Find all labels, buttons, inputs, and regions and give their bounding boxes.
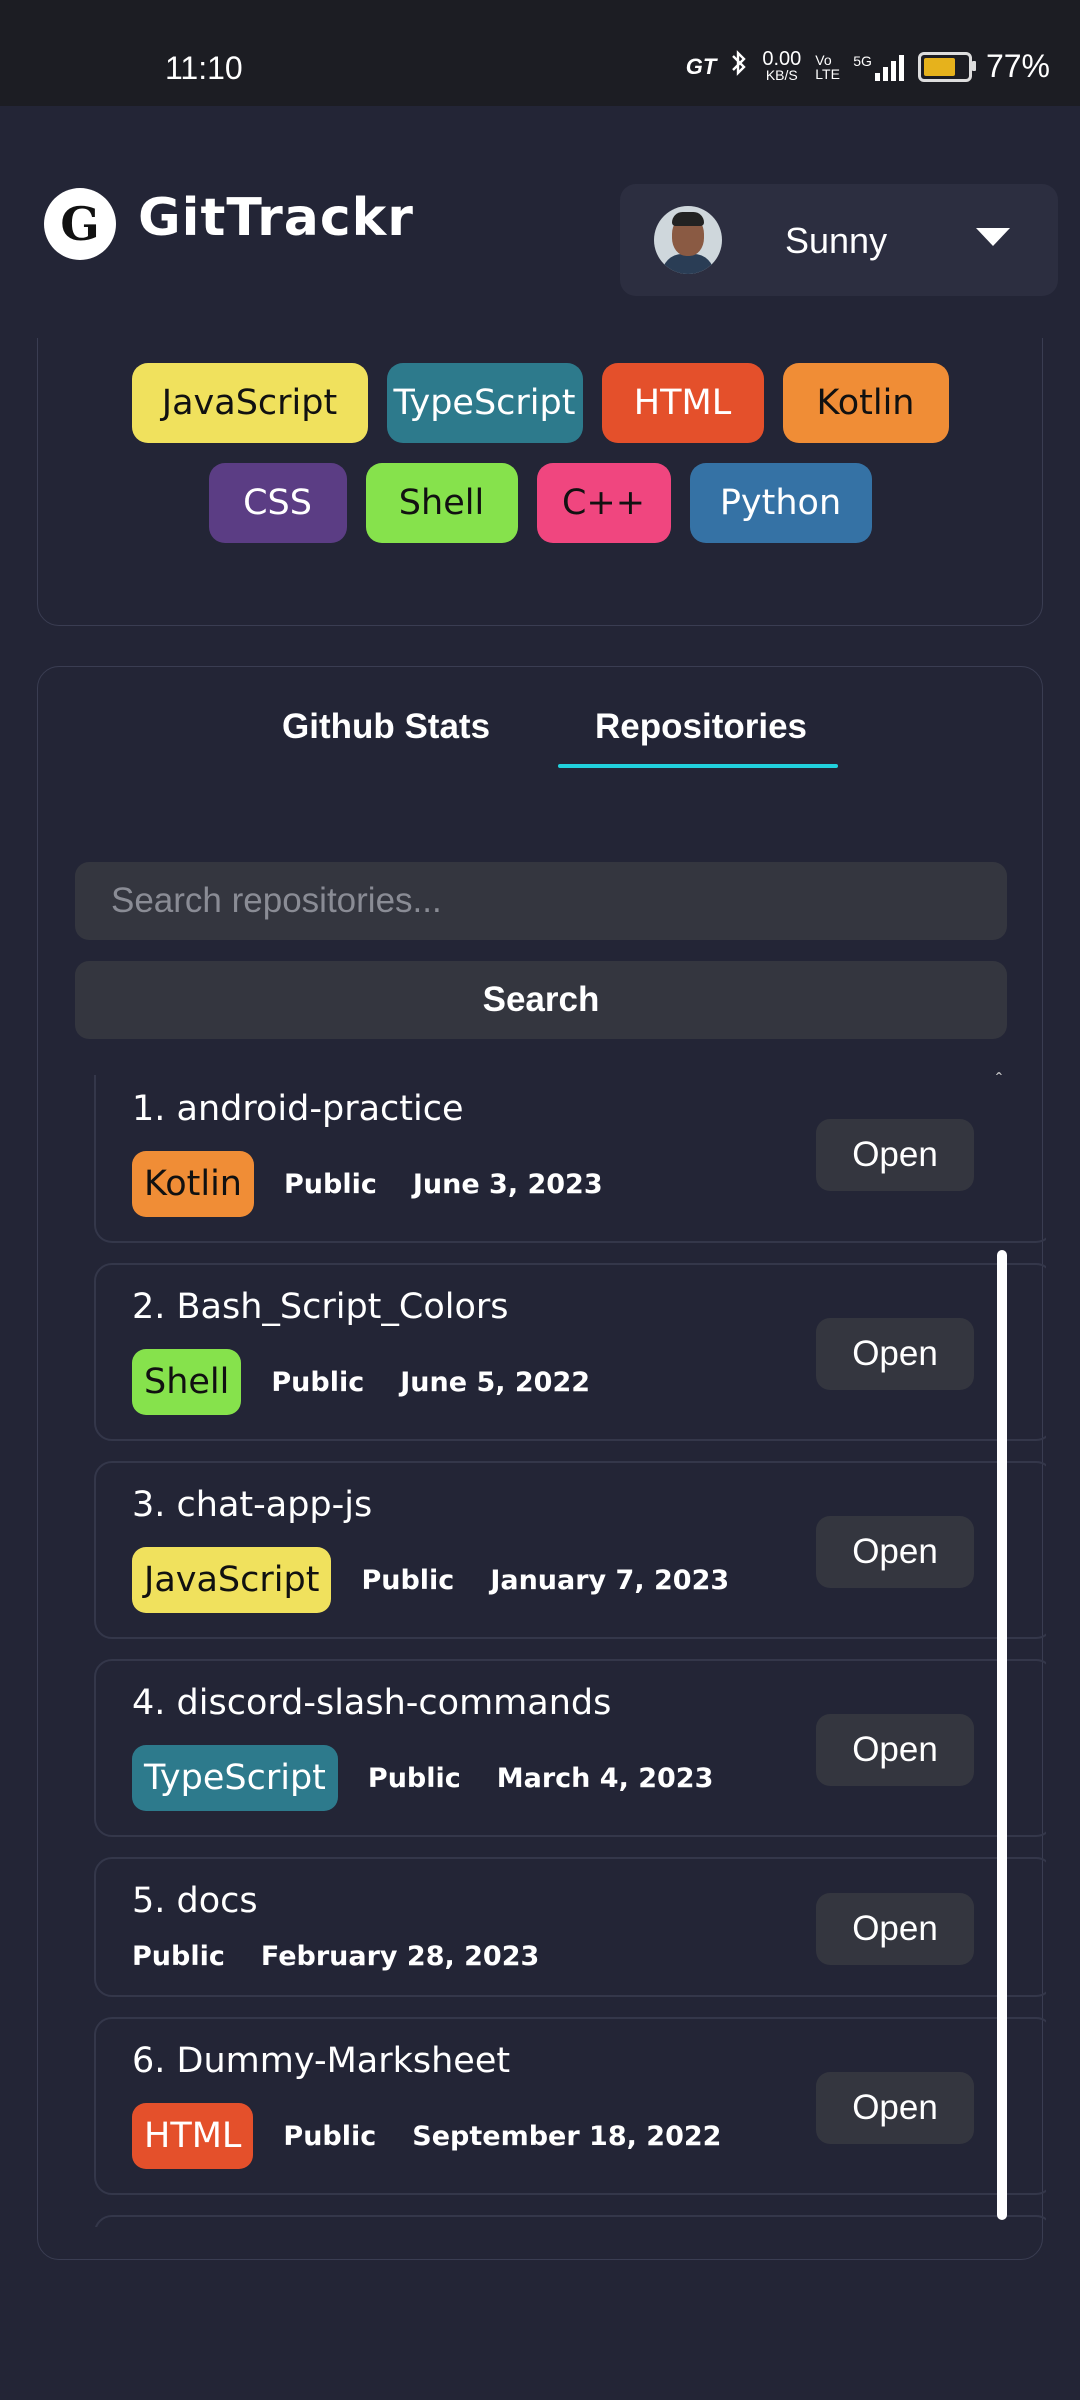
open-repo-button[interactable]: Open xyxy=(816,1119,974,1191)
repo-visibility: Public xyxy=(283,1168,377,1200)
repo-date: September 18, 2022 xyxy=(412,2120,722,2152)
repo-date: March 4, 2023 xyxy=(496,1762,714,1794)
battery-percent: 77% xyxy=(985,48,1050,84)
open-repo-button[interactable]: Open xyxy=(816,1318,974,1390)
search-input[interactable] xyxy=(75,862,1007,940)
language-chip-python[interactable]: Python xyxy=(689,463,872,543)
repo-date: June 5, 2022 xyxy=(400,1366,591,1398)
language-chip-kotlin[interactable]: Kotlin xyxy=(782,363,949,443)
avatar xyxy=(654,206,722,274)
repo-visibility: Public xyxy=(361,1564,455,1596)
repo-list[interactable]: 1. android-practice Kotlin Public June 3, 2… xyxy=(94,1075,1046,2227)
language-row: CSS Shell C++ Python xyxy=(0,463,1080,543)
language-chip-typescript[interactable]: TypeScript xyxy=(386,363,583,443)
logo-icon[interactable]: G xyxy=(44,188,116,260)
repo-meta: Public February 28, 2023 xyxy=(132,1941,539,1972)
repo-visibility: Public xyxy=(367,1762,461,1794)
repo-date: February 28, 2023 xyxy=(260,1941,540,1972)
scrollbar[interactable] xyxy=(997,1250,1007,2220)
language-row: JavaScript TypeScript HTML Kotlin xyxy=(0,363,1080,443)
open-repo-button[interactable]: Open xyxy=(816,1516,974,1588)
scroll-up-icon[interactable]: ˆ xyxy=(996,1070,1002,1091)
volte-icon: Vo LTE xyxy=(815,51,840,82)
repo-list-item: 2. Bash_Script_Colors Shell Public June 5, … xyxy=(94,1263,1046,1441)
repo-date: June 3, 2023 xyxy=(412,1168,603,1200)
battery-icon xyxy=(917,51,976,82)
language-chip-shell[interactable]: Shell xyxy=(365,463,518,543)
gt-icon: GT xyxy=(685,53,717,79)
repo-meta: Shell Public June 5, 2022 xyxy=(132,1349,590,1415)
repo-meta: HTML Public September 18, 2022 xyxy=(132,2103,721,2169)
search-button[interactable]: Search xyxy=(75,961,1007,1039)
repo-meta: TypeScript Public March 4, 2023 xyxy=(132,1745,713,1811)
net-speed: 0.00 KB/S xyxy=(762,47,802,83)
repo-list-item: 1. android-practice Kotlin Public June 3, 2… xyxy=(94,1075,1046,1243)
repo-list-item xyxy=(94,2215,1046,2227)
app-header: G GitTrackr Sunny xyxy=(0,106,1080,338)
open-repo-button[interactable]: Open xyxy=(816,2072,974,2144)
tab-github-stats[interactable]: Github Stats xyxy=(282,707,490,747)
repo-name: 2. Bash_Script_Colors xyxy=(132,1287,509,1327)
active-tab-indicator xyxy=(558,764,838,768)
repo-visibility: Public xyxy=(132,1941,225,1972)
repo-meta: JavaScript Public January 7, 2023 xyxy=(132,1547,729,1613)
status-time: 11:10 xyxy=(165,50,243,86)
open-repo-button[interactable]: Open xyxy=(816,1893,974,1965)
repo-name: 4. discord-slash-commands xyxy=(132,1683,612,1723)
tab-repositories[interactable]: Repositories xyxy=(595,707,807,747)
repo-name: 6. Dummy-Marksheet xyxy=(132,2041,511,2081)
language-chip-html[interactable]: HTML xyxy=(601,363,764,443)
repo-list-item: 5. docs Public February 28, 2023 Open xyxy=(94,1857,1046,1997)
repo-language-badge: HTML xyxy=(132,2103,254,2169)
status-icons: GT 0.00 KB/S Vo LTE 5G 77% xyxy=(686,48,1050,85)
signal-label: 5G xyxy=(853,52,872,69)
repo-language-badge: JavaScript xyxy=(132,1547,332,1613)
language-chip-css[interactable]: CSS xyxy=(208,463,347,543)
signal-icon: 5G xyxy=(853,53,904,81)
repo-date: January 7, 2023 xyxy=(490,1564,730,1596)
repo-list-item: 4. discord-slash-commands TypeScript Publi… xyxy=(94,1659,1046,1837)
status-bar: 11:10 GT 0.00 KB/S Vo LTE 5G 77% xyxy=(0,0,1080,106)
user-menu-button[interactable]: Sunny xyxy=(620,184,1058,296)
language-chip-c-[interactable]: C++ xyxy=(536,463,671,543)
repo-list-item: 3. chat-app-js JavaScript Public January 7,… xyxy=(94,1461,1046,1639)
repo-name: 3. chat-app-js xyxy=(132,1485,373,1525)
language-chip-javascript[interactable]: JavaScript xyxy=(131,363,368,443)
repo-visibility: Public xyxy=(271,1366,365,1398)
repo-meta: Kotlin Public June 3, 2023 xyxy=(132,1151,603,1217)
repositories-card: Github Stats Repositories Search 1. andr… xyxy=(37,666,1046,2260)
repo-list-item: 6. Dummy-Marksheet HTML Public September 18… xyxy=(94,2017,1046,2195)
repo-name: 1. android-practice xyxy=(132,1089,464,1129)
repo-language-badge: TypeScript xyxy=(132,1745,338,1811)
bluetooth-icon xyxy=(730,49,748,84)
open-repo-button[interactable]: Open xyxy=(816,1714,974,1786)
net-speed-value: 0.00 xyxy=(762,47,802,70)
net-speed-unit: KB/S xyxy=(765,66,798,83)
app-title[interactable]: GitTrackr xyxy=(138,188,414,248)
chevron-down-icon xyxy=(976,228,1010,246)
repo-name: 5. docs xyxy=(132,1881,258,1921)
repo-language-badge: Shell xyxy=(132,1349,242,1415)
user-name: Sunny xyxy=(785,220,888,261)
repo-visibility: Public xyxy=(283,2120,377,2152)
repo-language-badge: Kotlin xyxy=(132,1151,254,1217)
